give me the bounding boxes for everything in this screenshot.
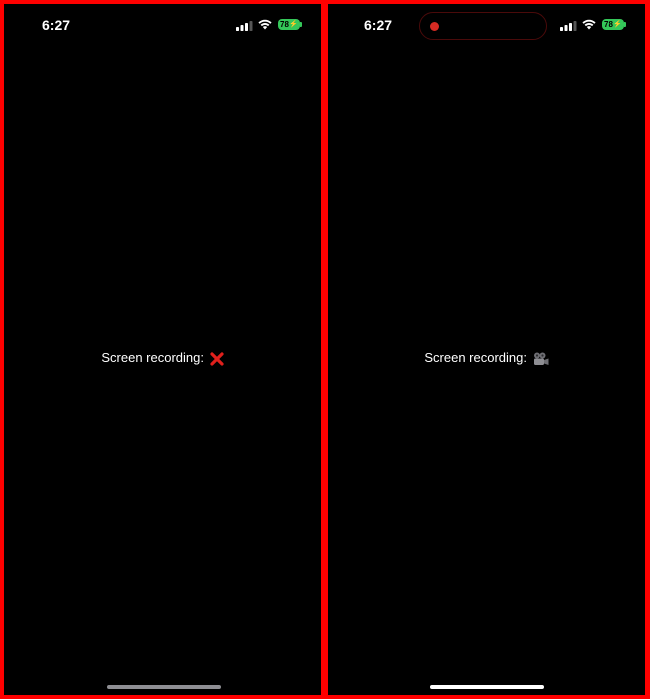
status-bar: 6:27 78 ⚡ [4,4,321,48]
battery-icon: 78 ⚡ [278,19,300,30]
screen-recording-label: Screen recording: [424,350,527,365]
status-time: 6:27 [42,17,71,33]
dynamic-island-recording[interactable] [419,12,547,40]
screen-recording-label: Screen recording: [101,350,204,365]
left-phone-screen: 6:27 78 ⚡ Screen recording: [4,4,321,695]
status-bar: 6:27 78 ⚡ [328,4,645,48]
screen-recording-status: Screen recording: [4,350,321,366]
wifi-icon [582,19,596,30]
wifi-icon [258,19,272,30]
cellular-signal-icon [560,21,577,31]
charging-bolt-icon: ⚡ [289,21,298,28]
battery-level: 78 [604,20,613,29]
screen-recording-status: Screen recording: [328,350,645,366]
battery-tip [624,22,626,27]
video-camera-icon [533,352,549,365]
battery-icon: 78 ⚡ [602,19,624,30]
home-indicator[interactable] [430,685,544,689]
right-phone-screen: 6:27 78 ⚡ Screen recording: [328,4,645,695]
battery-tip [300,22,302,27]
cellular-signal-icon [236,21,253,31]
charging-bolt-icon: ⚡ [613,21,622,28]
battery-level: 78 [280,20,289,29]
status-time: 6:27 [364,17,393,33]
home-indicator[interactable] [107,685,221,689]
recording-indicator-icon [430,22,439,31]
cross-mark-icon [210,351,224,366]
